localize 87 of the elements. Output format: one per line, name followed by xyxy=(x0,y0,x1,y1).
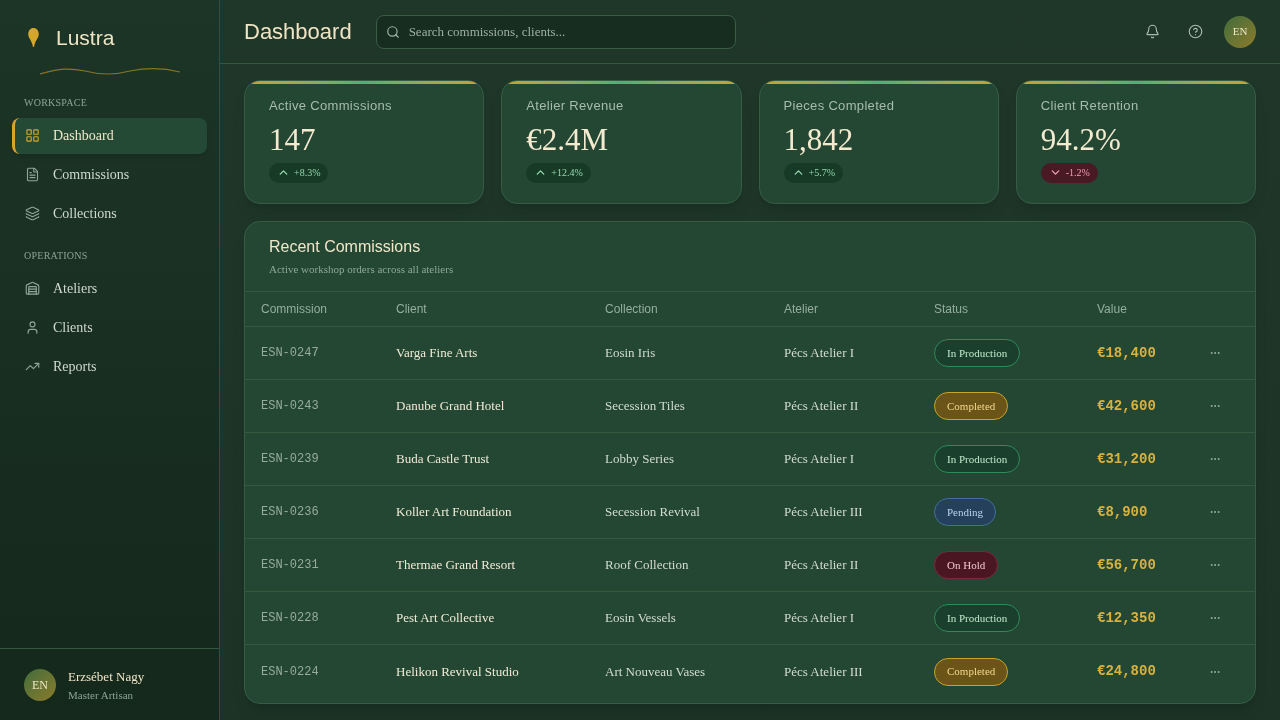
commission-id: ESN-0228 xyxy=(261,610,319,627)
trend-badge: +5.7% xyxy=(783,162,843,183)
commission-id: ESN-0243 xyxy=(261,398,319,415)
stat-value: 94.2% xyxy=(1040,120,1121,159)
trend-badge: +8.3% xyxy=(269,162,329,183)
user-icon xyxy=(25,320,40,335)
section-label: WORKSPACE xyxy=(24,95,87,110)
stat-label: Atelier Revenue xyxy=(526,97,624,115)
client-name: Buda Castle Trust xyxy=(396,450,490,469)
atelier-name: Pécs Atelier I xyxy=(784,450,855,469)
user-avatar: EN xyxy=(24,668,56,701)
atelier-name: Pécs Atelier II xyxy=(784,397,859,416)
panel-title: Recent Commissions xyxy=(269,237,421,257)
status-pill: Completed xyxy=(934,657,1009,686)
status-pill: In Production xyxy=(934,339,1021,367)
atelier-name: Pécs Atelier I xyxy=(784,344,855,363)
bell-icon xyxy=(1144,24,1160,39)
wave-line-icon xyxy=(40,65,180,78)
stat-label: Client Retention xyxy=(1040,97,1139,115)
stat-value: 147 xyxy=(269,120,316,159)
stat-value: 1,842 xyxy=(783,120,854,159)
atelier-name: Pécs Atelier III xyxy=(784,503,863,522)
commission-value: €31,200 xyxy=(1097,449,1156,469)
commission-id: ESN-0239 xyxy=(261,451,319,468)
column-header: Client xyxy=(396,301,427,318)
user-role: Master Artisan xyxy=(68,687,134,703)
nav-item[interactable]: Dashboard xyxy=(12,117,207,154)
commission-value: €56,700 xyxy=(1097,555,1156,575)
commission-id: ESN-0224 xyxy=(261,663,319,681)
user-name: Erzsébet Nagy xyxy=(68,667,145,686)
collection-name: Eosin Vessels xyxy=(605,609,676,628)
stat-label: Active Commissions xyxy=(269,97,392,115)
panel-subtitle: Active workshop orders across all ateliers xyxy=(269,262,454,277)
commission-value: €18,400 xyxy=(1097,343,1156,363)
layers-icon xyxy=(25,206,40,221)
stat-label: Pieces Completed xyxy=(783,97,895,115)
nav-item[interactable]: Reports xyxy=(12,348,207,385)
collection-name: Secession Revival xyxy=(605,503,700,522)
column-header: Atelier xyxy=(784,301,818,318)
collection-name: Secession Tiles xyxy=(605,397,685,416)
commission-value: €8,900 xyxy=(1097,502,1148,522)
commission-value: €12,350 xyxy=(1097,608,1156,628)
atelier-name: Pécs Atelier II xyxy=(784,556,859,575)
status-pill: Completed xyxy=(934,392,1009,420)
collection-name: Roof Collection xyxy=(605,556,689,575)
profile-avatar[interactable]: EN xyxy=(1224,15,1256,48)
brand-name: Lustra xyxy=(56,25,115,51)
building-icon xyxy=(25,281,40,296)
collection-name: Lobby Series xyxy=(605,450,674,469)
help-icon xyxy=(1187,24,1203,39)
commission-value: €42,600 xyxy=(1097,396,1156,416)
commission-id: ESN-0236 xyxy=(261,504,319,521)
nav-item[interactable]: Ateliers xyxy=(12,270,207,307)
column-header: Value xyxy=(1097,301,1127,318)
search-icon xyxy=(385,24,400,39)
commission-id: ESN-0247 xyxy=(261,345,319,362)
column-header: Collection xyxy=(605,301,658,318)
column-header: Status xyxy=(934,301,969,318)
client-name: Thermae Grand Resort xyxy=(396,556,516,575)
nav-item[interactable]: Collections xyxy=(12,195,207,232)
nav-item[interactable]: Commissions xyxy=(12,156,207,193)
page-title: Dashboard xyxy=(244,18,352,46)
stat-value: €2.4M xyxy=(526,120,609,159)
commission-id: ESN-0231 xyxy=(261,557,319,574)
status-pill: In Production xyxy=(934,445,1021,473)
trend-badge: -1.2% xyxy=(1040,162,1098,183)
client-name: Varga Fine Arts xyxy=(396,344,478,363)
trend-badge: +12.4% xyxy=(526,162,591,183)
collection-name: Eosin Iris xyxy=(605,344,656,363)
status-pill: On Hold xyxy=(934,551,999,579)
search-field[interactable]: Search commissions, clients... xyxy=(375,14,736,49)
section-label: OPERATIONS xyxy=(24,248,88,263)
nav-item[interactable]: Clients xyxy=(12,309,207,346)
status-pill: Pending xyxy=(934,498,997,526)
atelier-name: Pécs Atelier I xyxy=(784,609,855,628)
client-name: Danube Grand Hotel xyxy=(396,397,505,416)
client-name: Pest Art Collective xyxy=(396,609,495,628)
commission-value: €24,800 xyxy=(1097,662,1156,681)
client-name: Helikon Revival Studio xyxy=(396,662,519,681)
document-icon xyxy=(25,167,40,182)
drop-logo-icon xyxy=(28,28,39,48)
status-pill: In Production xyxy=(934,604,1021,632)
client-name: Koller Art Foundation xyxy=(396,503,512,522)
atelier-name: Pécs Atelier III xyxy=(784,662,863,681)
grid-icon xyxy=(25,128,40,143)
collection-name: Art Nouveau Vases xyxy=(605,662,706,681)
column-header: Commission xyxy=(261,301,327,318)
